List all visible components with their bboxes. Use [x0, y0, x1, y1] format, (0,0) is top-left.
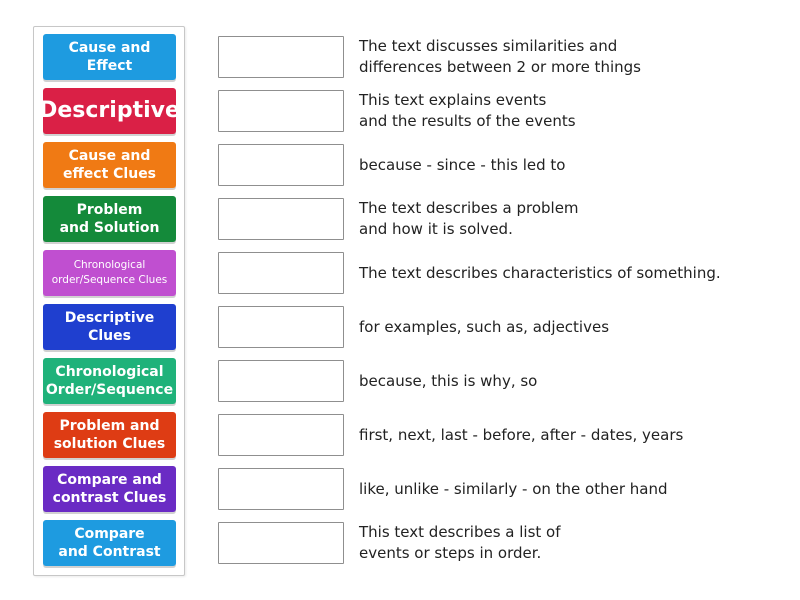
- answer-tile[interactable]: Problem and Solution: [43, 196, 176, 242]
- answer-tile[interactable]: Compare and contrast Clues: [43, 466, 176, 512]
- drop-slot[interactable]: [218, 522, 344, 564]
- row-description: This text describes a list of events or …: [359, 523, 561, 562]
- answer-tile[interactable]: Cause and effect Clues: [43, 142, 176, 188]
- row-description: The text describes a problem and how it …: [359, 199, 579, 238]
- row-description: The text describes characteristics of so…: [359, 263, 721, 282]
- answer-tile[interactable]: Cause and Effect: [43, 34, 176, 80]
- drop-slot[interactable]: [218, 36, 344, 78]
- row-description: for examples, such as, adjectives: [359, 317, 610, 336]
- drop-slot[interactable]: [218, 360, 344, 402]
- answer-tile[interactable]: Compare and Contrast: [43, 520, 176, 566]
- row-description: The text discusses similarities and diff…: [359, 37, 641, 76]
- row-description: like, unlike - similarly - on the other …: [359, 479, 668, 498]
- drop-slot[interactable]: [218, 468, 344, 510]
- drop-slot[interactable]: [218, 306, 344, 348]
- drop-slot[interactable]: [218, 198, 344, 240]
- answer-tile[interactable]: Chronological Order/Sequence: [43, 358, 176, 404]
- drop-slot[interactable]: [218, 252, 344, 294]
- drop-slot[interactable]: [218, 90, 344, 132]
- answer-tile[interactable]: Descriptive Clues: [43, 304, 176, 350]
- answer-tile[interactable]: Descriptive: [39, 88, 180, 134]
- answer-tile[interactable]: Chronological order/Sequence Clues: [43, 250, 176, 296]
- drop-slot[interactable]: [218, 414, 344, 456]
- row-description: because, this is why, so: [359, 371, 538, 390]
- row-description: first, next, last - before, after - date…: [359, 425, 684, 444]
- answer-tile[interactable]: Problem and solution Clues: [43, 412, 176, 458]
- row-description: This text explains events and the result…: [359, 91, 576, 130]
- row-description: because - since - this led to: [359, 155, 566, 174]
- drop-slot[interactable]: [218, 144, 344, 186]
- answer-tile-tray: Cause and Effect Descriptive Cause and eff…: [33, 26, 185, 576]
